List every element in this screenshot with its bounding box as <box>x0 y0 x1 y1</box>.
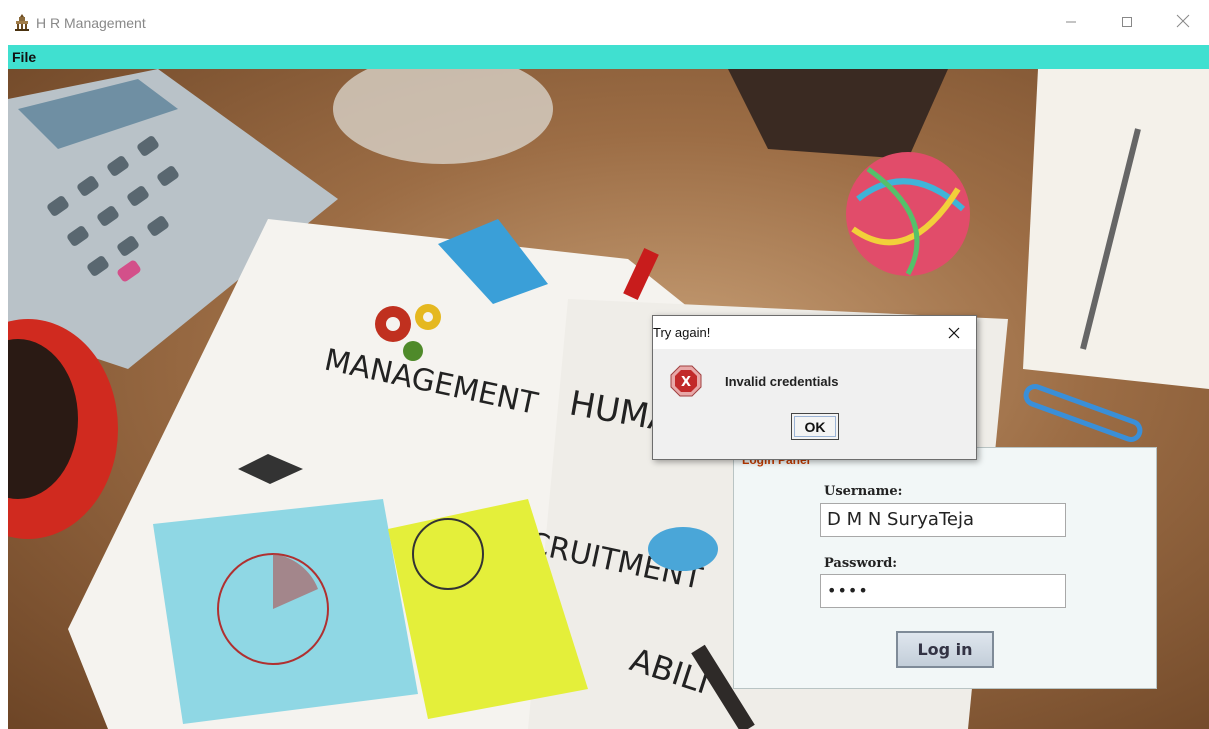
maximize-button[interactable] <box>1104 0 1150 45</box>
dialog-message: Invalid credentials <box>725 374 839 389</box>
svg-text:X: X <box>681 375 691 390</box>
close-icon <box>1176 13 1190 32</box>
password-field[interactable]: •••• <box>820 574 1066 608</box>
login-panel: Login Panel Username: D M N SuryaTeja Pa… <box>733 447 1157 689</box>
minimize-icon <box>1065 13 1077 32</box>
username-label: Username: <box>824 484 903 499</box>
close-button[interactable] <box>1160 0 1206 45</box>
close-icon <box>948 324 960 343</box>
maximize-icon <box>1121 13 1133 32</box>
app-icon <box>14 13 30 31</box>
window-title: H R Management <box>36 15 146 31</box>
menubar: File <box>8 45 1209 69</box>
menu-file[interactable]: File <box>12 49 36 65</box>
error-icon: X <box>670 365 702 397</box>
dialog-titlebar: Try again! <box>653 316 976 349</box>
minimize-button[interactable] <box>1048 0 1094 45</box>
login-button[interactable]: Log in <box>896 631 994 668</box>
password-label: Password: <box>824 556 898 571</box>
username-field[interactable]: D M N SuryaTeja <box>820 503 1066 537</box>
window-titlebar: H R Management <box>0 0 1209 45</box>
ok-button[interactable]: OK <box>791 413 839 440</box>
dialog-close-button[interactable] <box>941 320 967 346</box>
dialog-title: Try again! <box>653 325 711 340</box>
error-dialog: Try again! X Invalid credentials OK <box>652 315 977 460</box>
